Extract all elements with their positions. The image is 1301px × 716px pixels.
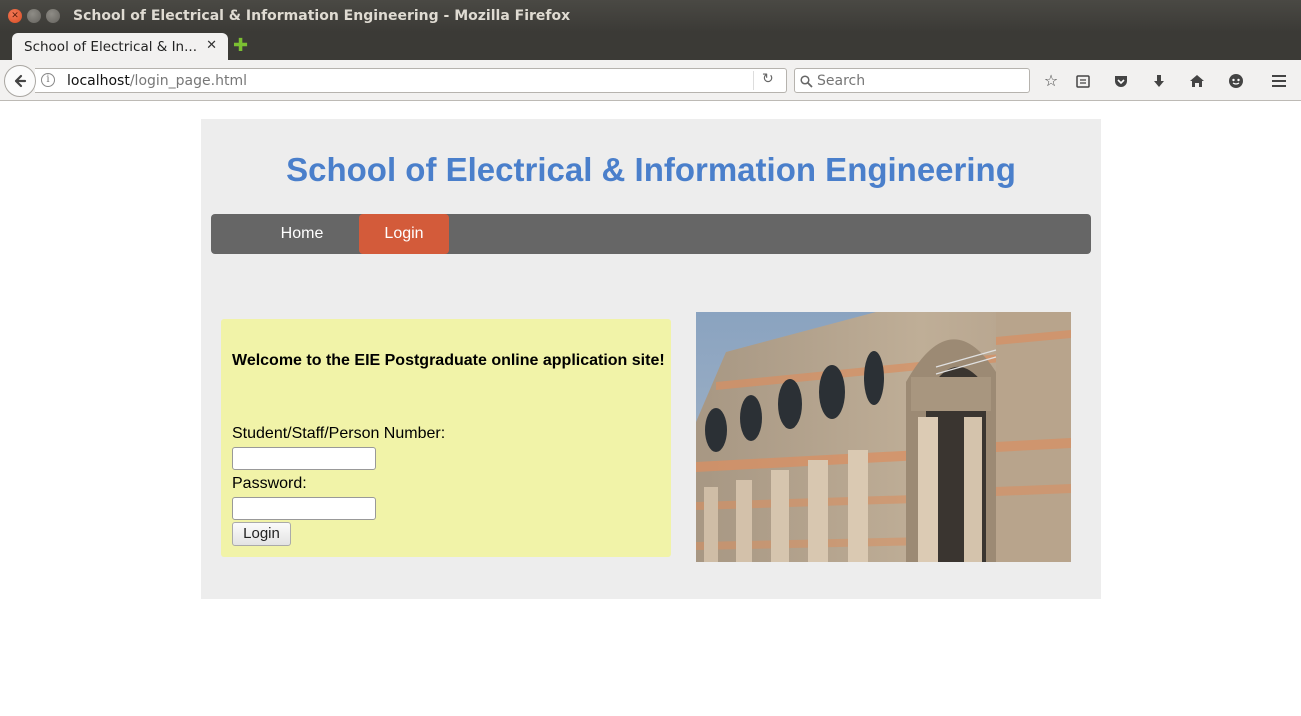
login-panel: Welcome to the EIE Postgraduate online a…: [221, 319, 671, 557]
password-label: Password:: [232, 475, 307, 492]
chat-icon[interactable]: [1225, 70, 1247, 92]
reload-icon[interactable]: ↻: [762, 71, 774, 87]
welcome-heading: Welcome to the EIE Postgraduate online a…: [232, 352, 665, 369]
building-photo: [696, 312, 1071, 562]
window-titlebar: ✕ School of Electrical & Information Eng…: [0, 0, 1301, 32]
home-icon[interactable]: [1186, 70, 1208, 92]
menu-hamburger-icon[interactable]: [1268, 70, 1290, 92]
browser-tab[interactable]: School of Electrical & In... ✕: [12, 33, 228, 62]
search-icon: [800, 71, 813, 92]
info-icon[interactable]: i: [41, 73, 55, 87]
password-input[interactable]: [232, 497, 376, 520]
user-number-label: Student/Staff/Person Number:: [232, 425, 446, 442]
site-title: School of Electrical & Information Engin…: [286, 151, 1016, 188]
menu-item-home[interactable]: Home: [257, 214, 347, 254]
tab-close-icon[interactable]: ✕: [206, 38, 217, 53]
page-container: School of Electrical & Information Engin…: [201, 119, 1101, 599]
bookmark-star-icon[interactable]: ☆: [1040, 70, 1062, 92]
back-arrow-icon[interactable]: [4, 65, 36, 97]
pocket-icon[interactable]: [1110, 70, 1132, 92]
window-close-button[interactable]: ✕: [8, 9, 22, 23]
url-separator: [753, 71, 754, 90]
url-path: /login_page.html: [129, 73, 247, 89]
search-input[interactable]: [817, 72, 1017, 90]
url-host: localhost: [67, 73, 130, 89]
tab-strip: School of Electrical & In... ✕ ✚: [0, 32, 1301, 62]
reading-list-icon[interactable]: [1072, 70, 1094, 92]
tab-title: School of Electrical & In...: [24, 39, 196, 55]
window-title: School of Electrical & Information Engin…: [73, 8, 571, 24]
new-tab-plus-icon[interactable]: ✚: [233, 35, 248, 56]
user-number-input[interactable]: [232, 447, 376, 470]
navigation-toolbar: i localhost/login_page.html ↻ ☆: [0, 60, 1301, 101]
menu-item-login[interactable]: Login: [359, 214, 449, 254]
url-bar[interactable]: i localhost/login_page.html ↻: [35, 68, 787, 93]
main-menu: Home Login: [211, 214, 1091, 254]
search-box[interactable]: [794, 68, 1030, 93]
window-minimize-button[interactable]: [27, 9, 41, 23]
url-text[interactable]: localhost/login_page.html: [67, 73, 247, 89]
download-icon[interactable]: [1148, 70, 1170, 92]
window-maximize-button[interactable]: [46, 9, 60, 23]
login-button[interactable]: Login: [232, 522, 291, 546]
